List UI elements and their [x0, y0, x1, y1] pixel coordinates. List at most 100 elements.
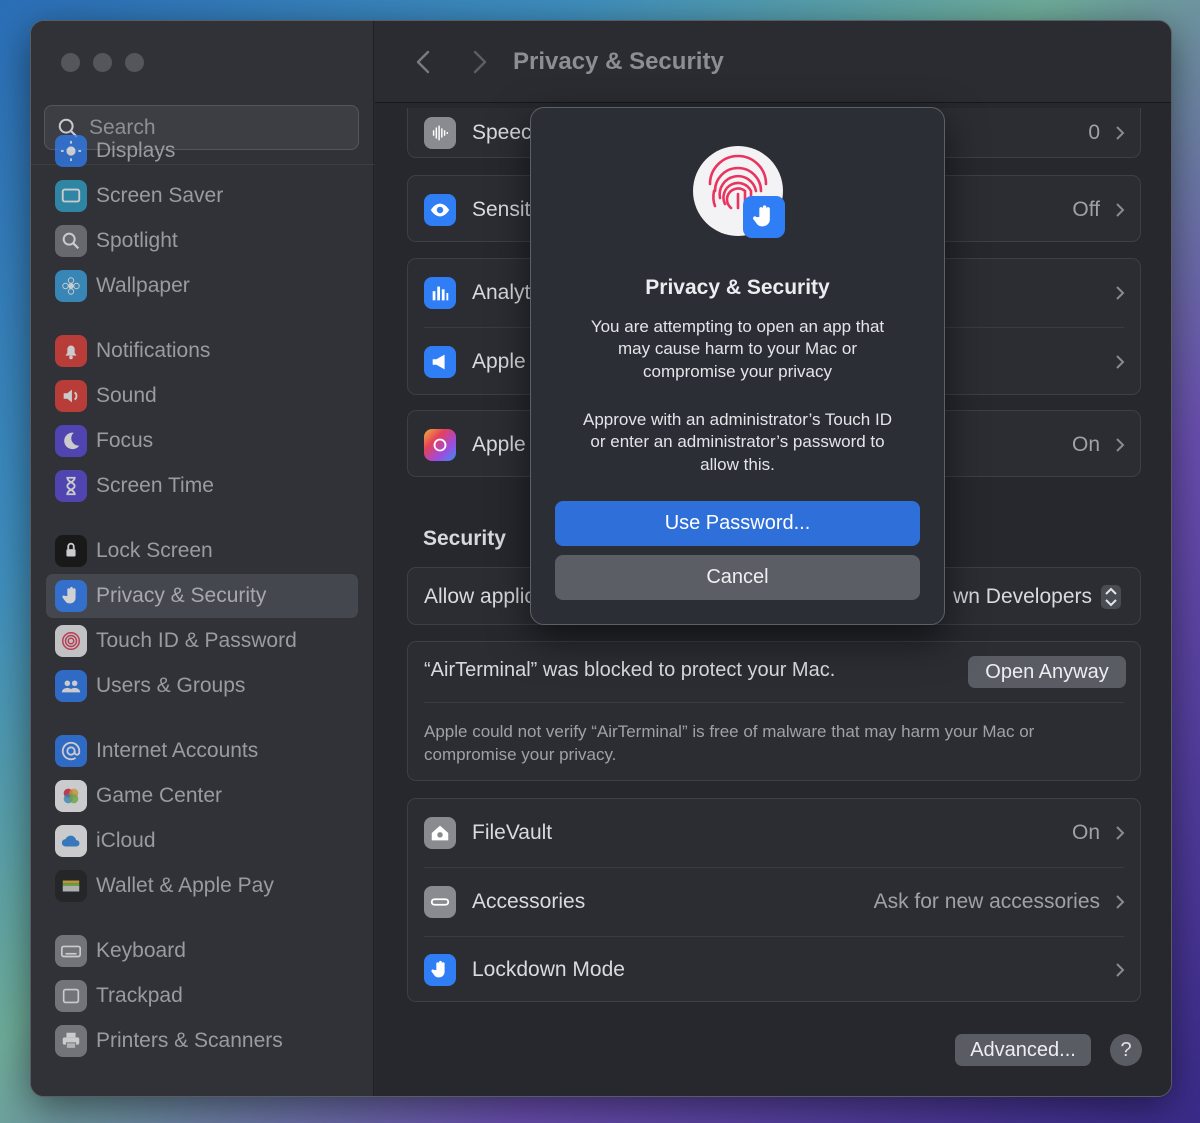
filevault-label: FileVault [472, 821, 553, 844]
accessories-value: Ask for new accessories [873, 890, 1100, 913]
help-button[interactable]: ? [1110, 1034, 1142, 1066]
sidebar-item-spotlight[interactable]: Spotlight [46, 219, 358, 263]
toolbar: Privacy & Security [375, 21, 1171, 103]
speech-label: Speec [472, 121, 532, 144]
hand-icon [55, 580, 87, 612]
sidebar-item-keyboard[interactable]: Keyboard [46, 929, 358, 973]
sidebar-item-trackpad[interactable]: Trackpad [46, 974, 358, 1018]
open-anyway-button[interactable]: Open Anyway [968, 656, 1126, 688]
use-password-button[interactable]: Use Password... [555, 501, 920, 546]
sidebar-item-privacy-security[interactable]: Privacy & Security [46, 574, 358, 618]
cancel-button[interactable]: Cancel [555, 555, 920, 600]
chevron-right-icon [1116, 895, 1125, 909]
accessories-label: Accessories [472, 890, 586, 913]
sidebar-item-label: Touch ID & Password [96, 629, 297, 652]
auth-dialog: Privacy & Security You are attempting to… [530, 107, 945, 625]
waveform-icon [424, 117, 456, 149]
hand-icon [743, 196, 785, 238]
sidebar-item-wallpaper[interactable]: Wallpaper [46, 264, 358, 308]
sidebar-item-label: Focus [96, 429, 154, 452]
at-icon [55, 735, 87, 767]
forward-button[interactable] [465, 47, 495, 77]
wallet-icon [55, 870, 87, 902]
moon-icon [55, 425, 87, 457]
filevault-row[interactable]: FileVault On [408, 799, 1140, 867]
sidebar-item-sound[interactable]: Sound [46, 374, 358, 418]
screensaver-icon [55, 180, 87, 212]
apple-intelligence-value: On [1071, 432, 1100, 456]
back-button[interactable] [408, 47, 438, 77]
cloud-icon [55, 825, 87, 857]
minimize-window-button[interactable] [93, 53, 112, 72]
zoom-window-button[interactable] [125, 53, 144, 72]
flower-icon [55, 270, 87, 302]
sun-icon [55, 135, 87, 167]
apple-ads-label: Apple [472, 350, 526, 373]
sidebar-item-label: Wallpaper [96, 274, 190, 297]
trackpad-icon [55, 980, 87, 1012]
dialog-title: Privacy & Security [645, 276, 830, 299]
advanced-button[interactable]: Advanced... [955, 1034, 1091, 1066]
sidebar-item-game-center[interactable]: Game Center [46, 774, 358, 818]
sensitive-label: Sensit [472, 197, 531, 221]
speaker-icon [55, 380, 87, 412]
sidebar-item-label: Wallet & Apple Pay [96, 874, 274, 897]
sidebar-item-screen-saver[interactable]: Screen Saver [46, 174, 358, 218]
stepper-icon[interactable] [1100, 584, 1122, 610]
sidebar-item-lock-screen[interactable]: Lock Screen [46, 529, 358, 573]
filevault-value: On [1071, 821, 1100, 844]
sensitive-value: Off [1072, 197, 1100, 221]
blocked-detail-line-2: compromise your privacy. [424, 745, 617, 764]
close-window-button[interactable] [61, 53, 80, 72]
megaphone-icon [424, 346, 456, 378]
sidebar-item-label: Internet Accounts [96, 739, 259, 762]
sidebar-item-internet-accounts[interactable]: Internet Accounts [46, 729, 358, 773]
security-section-title: Security [423, 527, 506, 550]
sidebar-item-users-groups[interactable]: Users & Groups [46, 664, 358, 708]
sidebar-item-focus[interactable]: Focus [46, 419, 358, 463]
sidebar-item-printers[interactable]: Printers & Scanners [46, 1019, 358, 1063]
gamecenter-icon [55, 780, 87, 812]
sidebar-item-label: Notifications [96, 339, 211, 362]
apple-intelligence-label: Apple [472, 432, 526, 456]
sidebar-item-touch-id[interactable]: Touch ID & Password [46, 619, 358, 663]
sidebar-item-icloud[interactable]: iCloud [46, 819, 358, 863]
magnifier-icon [55, 225, 87, 257]
dialog-message-line-3: compromise your privacy [643, 362, 832, 381]
security-settings-card: FileVault On Accessories Ask for new acc… [407, 798, 1141, 1002]
chevron-right-icon [1116, 826, 1125, 840]
lockdown-row[interactable]: Lockdown Mode [408, 937, 1140, 1003]
allow-apps-value[interactable]: wn Developers [953, 585, 1092, 609]
dialog-message-line-5: or enter an administrator’s password to [590, 432, 885, 451]
sidebar-item-wallet[interactable]: Wallet & Apple Pay [46, 864, 358, 908]
lockdown-label: Lockdown Mode [472, 958, 625, 981]
sidebar-item-label: Screen Saver [96, 184, 224, 207]
sidebar-item-label: Printers & Scanners [96, 1029, 283, 1052]
fingerprint-icon [55, 625, 87, 657]
printer-icon [55, 1025, 87, 1057]
accessories-row[interactable]: Accessories Ask for new accessories [408, 868, 1140, 936]
sidebar-item-label: Game Center [96, 784, 223, 807]
sidebar-item-notifications[interactable]: Notifications [46, 329, 358, 373]
speech-value: 0 [1088, 121, 1100, 144]
hourglass-icon [55, 470, 87, 502]
blocked-message: “AirTerminal” was blocked to protect you… [424, 659, 836, 681]
sidebar-item-displays[interactable]: Displays [46, 129, 358, 173]
sidebar-item-screen-time[interactable]: Screen Time [46, 464, 358, 508]
sidebar-item-label: Lock Screen [96, 539, 213, 562]
bell-icon [55, 335, 87, 367]
keyboard-icon [55, 935, 87, 967]
chevron-right-icon [1116, 963, 1125, 977]
sidebar-item-label: Screen Time [96, 474, 214, 497]
chevron-right-icon [1116, 202, 1125, 217]
allow-apps-label: Allow applic [424, 585, 535, 608]
chevron-right-icon [1116, 437, 1125, 452]
sidebar-item-label: Keyboard [96, 939, 186, 962]
chevron-right-icon [473, 50, 487, 73]
page-title: Privacy & Security [513, 47, 724, 75]
blocked-detail-line-1: Apple could not verify “AirTerminal” is … [424, 722, 1035, 741]
row-divider [424, 702, 1124, 703]
sidebar: Displays Screen Saver Spotlight Wallpape… [31, 21, 374, 1096]
sidebar-item-label: Privacy & Security [96, 584, 267, 607]
chevron-right-icon [1116, 355, 1125, 369]
